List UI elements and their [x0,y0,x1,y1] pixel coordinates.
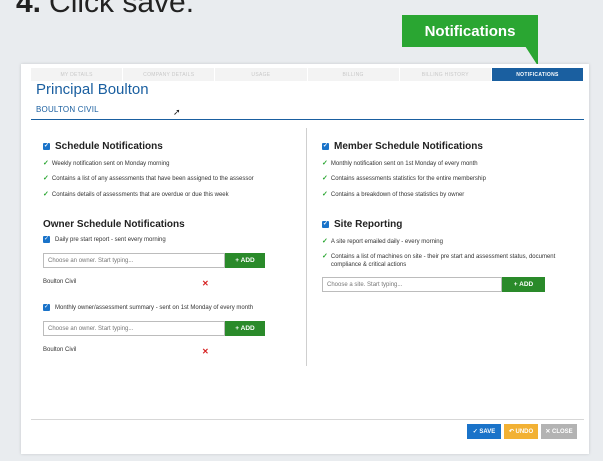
member-item-text: Contains assessments statistics for the … [330,176,486,182]
tab-bar: MY DETAILS COMPANY DETAILS USAGE BILLING… [31,68,585,81]
close-button[interactable]: ✕ CLOSE [541,424,577,439]
monthly-owner-name: Boulton Civil [43,347,77,353]
member-schedule-title: ✓ Member Schedule Notifications [322,141,483,152]
monthly-add-button[interactable]: + ADD [225,321,265,336]
owner-schedule-title: Owner Schedule Notifications [43,219,185,230]
undo-label: UNDO [515,428,534,435]
undo-icon: ↶ [508,429,516,435]
check-icon: ✓ [322,191,328,198]
settings-panel: MY DETAILS COMPANY DETAILS USAGE BILLING… [21,64,589,454]
step-heading: 4. Click save. [16,0,194,20]
check-icon: ✓ [43,191,49,198]
site-item: ✓ A site report emailed daily - every mo… [322,238,443,246]
monthly-summary-option[interactable]: ✓ Monthly owner/assessment summary - sen… [43,304,253,312]
schedule-item: ✓ Weekly notification sent on Monday mor… [43,160,170,168]
check-icon: ✓ [322,160,328,167]
step-number: 4. [16,0,42,19]
site-reporting-label: Site Reporting [334,219,403,230]
tab-my-details[interactable]: MY DETAILS [31,68,124,81]
daily-report-option[interactable]: ✓ Daily pre start report - sent every mo… [43,236,166,244]
tab-notifications[interactable]: NOTIFICATIONS [491,68,585,81]
schedule-item: ✓ Contains a list of any assessments tha… [43,175,254,183]
remove-icon[interactable]: ✕ [202,279,209,288]
schedule-notifications-checkbox[interactable]: ✓ [43,143,50,150]
title-divider [31,119,584,120]
daily-report-label: Daily pre start report - sent every morn… [55,237,166,243]
close-label: CLOSE [552,428,573,435]
save-label: SAVE [479,428,496,435]
footer-divider [31,419,584,420]
schedule-notifications-label: Schedule Notifications [55,141,163,152]
notifications-callout: Notifications [402,15,538,47]
site-item-text: A site report emailed daily - every morn… [330,239,443,245]
tab-billing-history[interactable]: BILLING HISTORY [399,68,492,81]
column-divider [306,128,307,366]
schedule-item-text: Contains a list of any assessments that … [51,176,254,182]
member-item: ✓ Contains a breakdown of those statisti… [322,191,464,199]
tab-usage[interactable]: USAGE [215,68,308,81]
close-icon: ✕ [545,429,553,435]
undo-button[interactable]: ↶ UNDO [504,424,538,439]
tab-billing[interactable]: BILLING [307,68,400,81]
schedule-item-text: Weekly notification sent on Monday morni… [51,161,170,167]
monthly-summary-checkbox[interactable]: ✓ [43,304,50,311]
daily-owner-input[interactable]: Choose an owner. Start typing... [43,253,225,268]
site-reporting-title: ✓ Site Reporting [322,219,402,230]
daily-report-checkbox[interactable]: ✓ [43,236,50,243]
check-icon: ✓ [43,175,49,182]
site-input[interactable]: Choose a site. Start typing... [322,277,502,292]
mouse-cursor-icon: ➚ [173,107,181,117]
check-icon: ✓ [322,238,328,245]
check-icon: ✓ [322,175,328,182]
schedule-notifications-title: ✓ Schedule Notifications [43,141,163,152]
member-schedule-checkbox[interactable]: ✓ [322,143,329,150]
site-reporting-checkbox[interactable]: ✓ [322,221,329,228]
tab-company-details[interactable]: COMPANY DETAILS [123,68,216,81]
step-text: Click save. [49,0,195,19]
check-icon: ✓ [472,429,480,435]
daily-add-button[interactable]: + ADD [225,253,265,268]
site-add-button[interactable]: + ADD [502,277,545,292]
monthly-summary-label: Monthly owner/assessment summary - sent … [55,305,254,311]
daily-owner-name: Boulton Civil [43,279,77,285]
member-item: ✓ Contains assessments statistics for th… [322,175,486,183]
schedule-item-text: Contains details of assessments that are… [51,192,229,198]
schedule-item: ✓ Contains details of assessments that a… [43,191,229,199]
site-item: ✓ Contains a list of machines on site - … [322,253,572,269]
save-button[interactable]: ✓ SAVE [467,424,501,439]
check-icon: ✓ [322,253,328,260]
callout-tail [525,46,538,66]
member-item: ✓ Monthly notification sent on 1st Monda… [322,160,478,168]
company-subtitle: BOULTON CIVIL [36,105,99,114]
remove-icon[interactable]: ✕ [202,347,209,356]
monthly-owner-input[interactable]: Choose an owner. Start typing... [43,321,225,336]
member-item-text: Contains a breakdown of those statistics… [330,192,465,198]
member-schedule-label: Member Schedule Notifications [334,141,483,152]
page-title: Principal Boulton [36,81,149,98]
member-item-text: Monthly notification sent on 1st Monday … [330,161,478,167]
check-icon: ✓ [43,160,49,167]
site-item-text: Contains a list of machines on site - th… [330,254,556,268]
